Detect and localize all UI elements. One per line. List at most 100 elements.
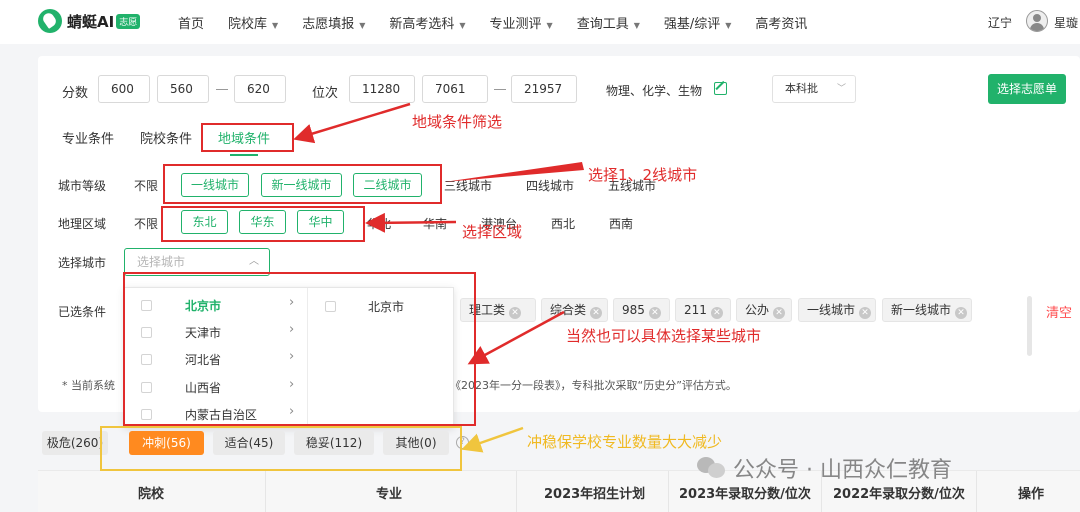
rank-min-input[interactable]: 7061 xyxy=(422,75,488,103)
nav-item-label: 高考资讯 xyxy=(755,16,808,32)
rank-max-input[interactable]: 21957 xyxy=(511,75,577,103)
user-name[interactable]: 星璇 xyxy=(1054,14,1078,31)
wechat-watermark: 公众号 · 山西众仁教育 xyxy=(697,452,952,484)
brand-name: 蜻蜓AI xyxy=(67,12,115,31)
nav-item-label: 院校库 xyxy=(228,16,268,32)
score-max-input[interactable]: 620 xyxy=(234,75,286,103)
nav-item[interactable]: 强基/综评 ▼ xyxy=(664,13,732,32)
geo-region-unlimited[interactable]: 不限 xyxy=(134,215,158,232)
city-select-label: 选择城市 xyxy=(58,256,107,270)
user-avatar-icon[interactable] xyxy=(1026,10,1048,32)
remove-tag-icon[interactable]: ✕ xyxy=(590,307,603,319)
nav-item[interactable]: 首页 xyxy=(178,13,204,32)
tags-scrollbar[interactable] xyxy=(1027,296,1032,356)
wechat-icon xyxy=(697,455,727,481)
selected-tag: 公办 ✕ xyxy=(736,298,792,322)
nav-item-label: 新高考选科 xyxy=(389,16,455,32)
annotation-box-region-tab xyxy=(201,123,294,152)
remove-tag-icon[interactable]: ✕ xyxy=(955,307,968,319)
geo-region-north[interactable]: 华北 xyxy=(367,215,391,232)
geo-region-northwest[interactable]: 西北 xyxy=(551,215,575,232)
city-select-placeholder: 选择城市 xyxy=(137,255,186,269)
clear-button[interactable]: 清空 xyxy=(1046,302,1072,321)
nav-item[interactable]: 查询工具 ▼ xyxy=(577,13,640,32)
selected-tag: 新一线城市 ✕ xyxy=(882,298,972,322)
annotation-box-regions xyxy=(161,206,365,242)
tab-school-conditions[interactable]: 院校条件 xyxy=(140,128,192,147)
edit-icon[interactable] xyxy=(714,82,727,95)
annotation-cities: 当然也可以具体选择某些城市 xyxy=(566,327,762,345)
nav-item[interactable]: 高考资讯 xyxy=(755,13,807,32)
tag-text: 211 xyxy=(684,303,707,317)
score-min-input[interactable]: 560 xyxy=(157,75,209,103)
nav-item[interactable]: 专业测评 ▼ xyxy=(490,13,553,32)
caret-down-icon: ▼ xyxy=(272,20,279,30)
remove-tag-icon[interactable]: ✕ xyxy=(509,307,522,319)
nav-item-label: 查询工具 xyxy=(576,16,629,32)
dragonfly-logo-icon xyxy=(38,9,62,33)
city-level-tier4[interactable]: 四线城市 xyxy=(526,177,574,194)
batch-value: 本科批 xyxy=(785,82,818,95)
watermark-text: 公众号 · 山西众仁教育 xyxy=(733,458,952,483)
col-2023-score: 2023年录取分数/位次 xyxy=(679,487,811,502)
main-nav: 首页 院校库 ▼ 志愿填报 ▼ 新高考选科 ▼ 专业测评 ▼ 查询工具 ▼ 强基/综评 ▼ 高考资讯 xyxy=(178,0,831,44)
column-divider xyxy=(668,471,669,512)
annotation-box-city-levels xyxy=(163,164,442,204)
remove-tag-icon[interactable]: ✕ xyxy=(710,307,723,319)
tag-text: 一线城市 xyxy=(807,303,856,317)
note-suffix: 《2023年一分一段表》，专科批次采取“历史分”评估方式。 xyxy=(450,379,737,392)
nav-item-label: 专业测评 xyxy=(489,16,542,32)
geo-region-southwest[interactable]: 西南 xyxy=(609,215,633,232)
caret-down-icon: ▼ xyxy=(359,20,366,30)
tag-text: 公办 xyxy=(745,303,770,317)
col-2023-plan: 2023年招生计划 xyxy=(544,487,646,502)
nav-item-label: 首页 xyxy=(178,16,205,32)
annotation-box-cities xyxy=(123,272,476,426)
geo-region-label: 地理区域 xyxy=(58,217,107,231)
brand-tag: 志愿 xyxy=(116,13,141,29)
selected-tag: 211 ✕ xyxy=(675,298,731,322)
nav-item[interactable]: 院校库 ▼ xyxy=(228,13,278,32)
region-selector[interactable]: 辽宁 xyxy=(988,14,1012,31)
annotation-results: 冲稳保学校专业数量大大减少 xyxy=(527,433,723,451)
annotation-regions: 选择区域 xyxy=(462,223,523,241)
col-school: 院校 xyxy=(138,487,165,502)
city-level-tier3[interactable]: 三线城市 xyxy=(444,177,492,194)
caret-down-icon: ▼ xyxy=(725,20,732,30)
nav-item-label: 志愿填报 xyxy=(302,16,355,32)
annotation-city-levels: 选择1、2线城市 xyxy=(588,166,698,184)
batch-select[interactable]: 本科批 ﹀ xyxy=(772,75,856,103)
city-level-label: 城市等级 xyxy=(58,179,107,193)
note-prefix: * 当前系统 xyxy=(62,379,115,392)
tab-major-conditions[interactable]: 专业条件 xyxy=(62,128,114,147)
annotation-region-filter: 地域条件筛选 xyxy=(412,113,503,131)
chevron-down-icon: ﹀ xyxy=(836,84,846,94)
caret-down-icon: ▼ xyxy=(633,20,640,30)
remove-tag-icon[interactable]: ✕ xyxy=(773,307,786,319)
rank-label: 位次 xyxy=(312,86,339,101)
selected-tag: 综合类 ✕ xyxy=(541,298,608,322)
col-action: 操作 xyxy=(1018,487,1045,502)
column-divider xyxy=(976,471,977,512)
select-volunteer-list-button[interactable]: 选择志愿单 xyxy=(988,74,1066,104)
rank-input[interactable]: 11280 xyxy=(349,75,415,103)
column-divider xyxy=(516,471,517,512)
caret-down-icon: ▼ xyxy=(459,20,466,30)
city-level-unlimited[interactable]: 不限 xyxy=(134,177,158,194)
remove-tag-icon[interactable]: ✕ xyxy=(648,307,661,319)
subjects-text: 物理、化学、生物 xyxy=(606,84,703,98)
tag-text: 985 xyxy=(622,303,645,317)
geo-region-south[interactable]: 华南 xyxy=(423,215,447,232)
tag-text: 综合类 xyxy=(550,303,587,317)
risk-tab-danger[interactable]: 极危(260) xyxy=(42,431,108,455)
score-input[interactable]: 600 xyxy=(98,75,150,103)
column-divider xyxy=(265,471,266,512)
tag-text: 新一线城市 xyxy=(891,303,952,317)
nav-item[interactable]: 新高考选科 ▼ xyxy=(389,13,465,32)
selected-tag: 985 ✕ xyxy=(613,298,670,322)
selected-conditions-label: 已选条件 xyxy=(58,305,107,319)
brand-logo[interactable]: 蜻蜓AI 志愿 xyxy=(38,9,141,33)
nav-item-label: 强基/综评 xyxy=(663,16,721,32)
nav-item[interactable]: 志愿填报 ▼ xyxy=(302,13,365,32)
remove-tag-icon[interactable]: ✕ xyxy=(859,307,872,319)
